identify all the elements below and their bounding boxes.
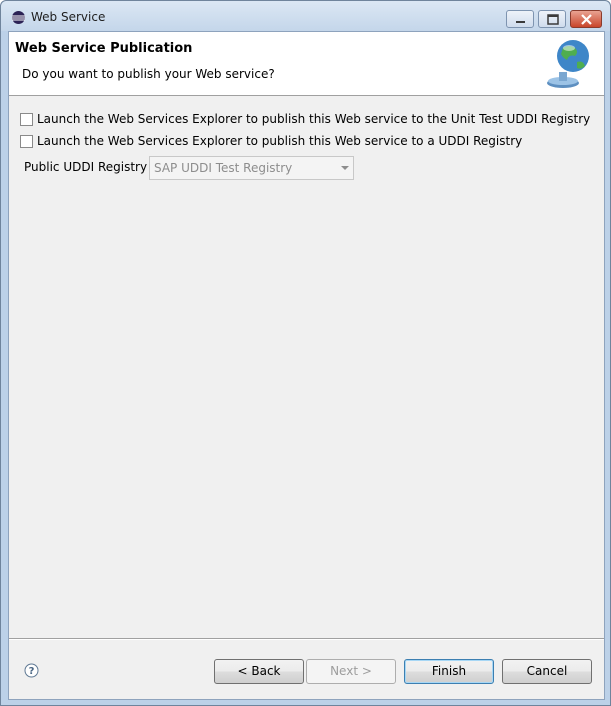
cancel-button[interactable]: Cancel [502, 659, 592, 684]
back-button[interactable]: < Back [214, 659, 304, 684]
next-button[interactable]: Next > [306, 659, 396, 684]
help-icon[interactable]: ? [24, 663, 39, 678]
dialog-body: Web Service Publication Do you want to p… [8, 31, 605, 700]
maximize-icon [547, 14, 559, 25]
close-icon [581, 14, 592, 25]
page-title: Web Service Publication [15, 41, 193, 56]
option-row-unit-test[interactable]: Launch the Web Services Explorer to publ… [20, 111, 590, 127]
minimize-button[interactable] [506, 10, 534, 28]
maximize-button[interactable] [538, 10, 566, 28]
window-title: Web Service [31, 10, 106, 24]
page-description: Do you want to publish your Web service? [22, 67, 275, 81]
footer-divider [9, 638, 604, 640]
uddi-registry-checkbox[interactable] [20, 134, 33, 148]
chevron-down-icon [341, 166, 349, 170]
eclipse-icon [11, 10, 26, 25]
close-button[interactable] [570, 10, 602, 28]
unit-test-uddi-label: Launch the Web Services Explorer to publ… [37, 112, 591, 126]
minimize-icon [516, 21, 525, 23]
unit-test-uddi-checkbox[interactable] [20, 112, 33, 126]
uddi-registry-label: Launch the Web Services Explorer to publ… [37, 134, 523, 148]
public-uddi-registry-label: Public UDDI Registry [24, 160, 148, 174]
dialog-window: Web Service Web Service Publication Do y… [0, 0, 611, 706]
registry-selected-value: SAP UDDI Test Registry [154, 161, 293, 175]
globe-publish-icon [539, 36, 597, 94]
wizard-header: Web Service Publication Do you want to p… [9, 32, 604, 96]
title-bar[interactable]: Web Service [1, 1, 610, 31]
public-uddi-registry-select[interactable]: SAP UDDI Test Registry [149, 156, 354, 180]
option-row-uddi[interactable]: Launch the Web Services Explorer to publ… [20, 133, 522, 149]
finish-button[interactable]: Finish [404, 659, 494, 684]
svg-text:?: ? [29, 666, 35, 677]
